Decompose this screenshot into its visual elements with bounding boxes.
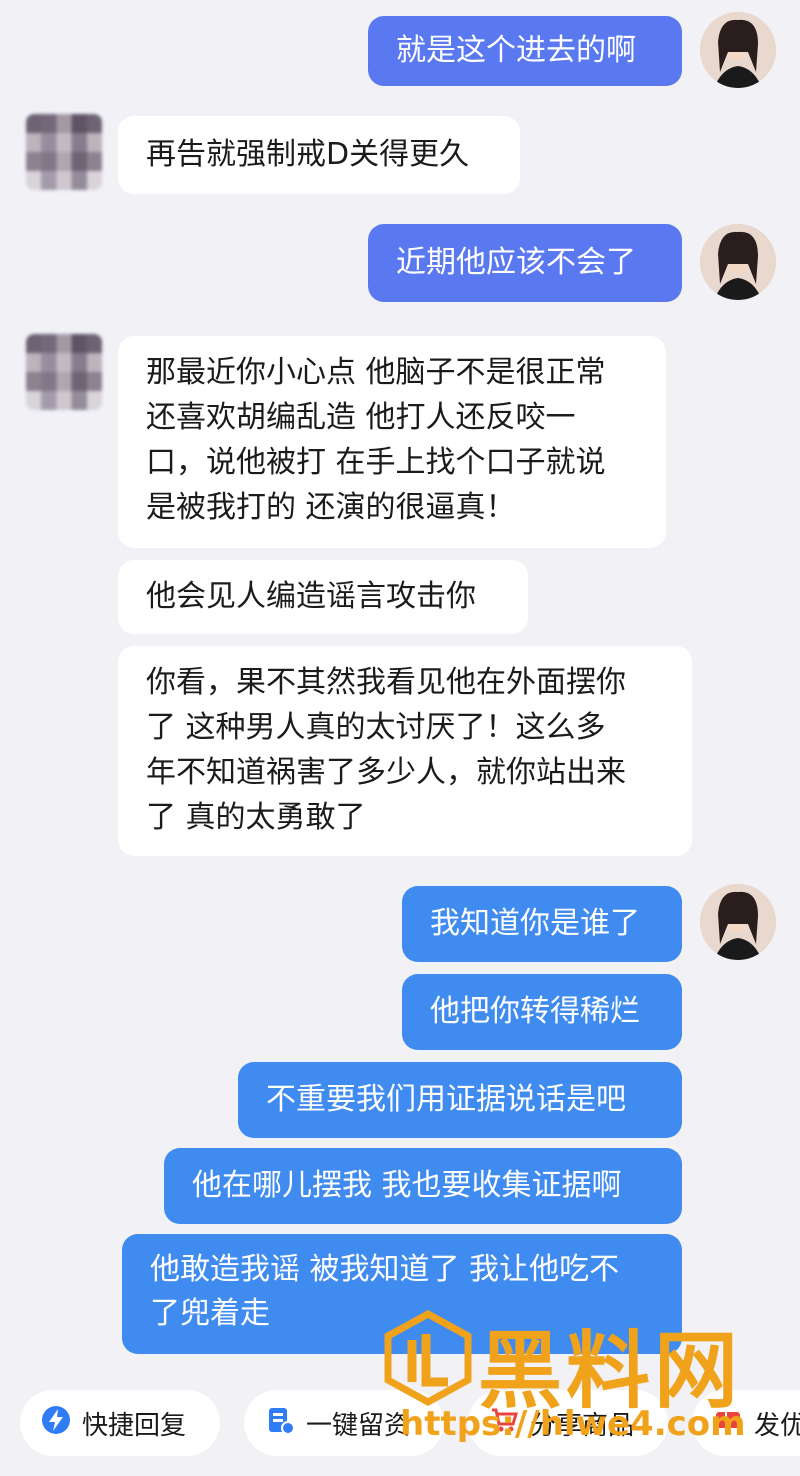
chat-bubble-outgoing[interactable]: 不重要我们用证据说话是吧 (238, 1062, 682, 1138)
watermark-url: https://hlwe4.com (400, 1404, 746, 1444)
message-text: 再告就强制戒D关得更久 (146, 137, 470, 172)
message-text: 我知道你是谁了 (430, 906, 640, 941)
message-line: 年不知道祸害了多少人，就你站出来 (146, 755, 626, 790)
watermark-logo-icon (382, 1310, 474, 1410)
chat-bubble-outgoing[interactable]: 近期他应该不会了 (368, 224, 682, 302)
quick-reply-label: 快捷回复 (82, 1410, 187, 1441)
quick-reply-button[interactable]: 快捷回复 (20, 1390, 220, 1456)
message-text: 近期他应该不会了 (396, 245, 636, 280)
form-icon (264, 1404, 296, 1443)
message-text: 他把你转得稀烂 (430, 994, 640, 1029)
contact-avatar-blurred[interactable] (26, 114, 102, 190)
chat-bubble-outgoing[interactable]: 他把你转得稀烂 (402, 974, 682, 1050)
chat-bubble-outgoing[interactable]: 他在哪儿摆我 我也要收集证据啊 (164, 1148, 682, 1224)
message-line: 了 这种男人真的太讨厌了！这么多 (146, 710, 606, 745)
message-line: 你看，果不其然我看见他在外面摆你 (146, 665, 626, 700)
chat-bubble-incoming[interactable]: 他会见人编造谣言攻击你 (118, 560, 528, 634)
message-line: 还喜欢胡编乱造 他打人还反咬一 (146, 400, 576, 435)
message-text: 他在哪儿摆我 我也要收集证据啊 (192, 1168, 622, 1203)
message-text: 就是这个进去的啊 (396, 33, 636, 68)
message-line: 了 真的太勇敢了 (146, 800, 366, 835)
message-text: 不重要我们用证据说话是吧 (266, 1082, 626, 1117)
my-avatar[interactable] (700, 12, 776, 88)
watermark: 黑料网 https://hlwe4.com (382, 1310, 792, 1470)
contact-avatar-blurred[interactable] (26, 334, 102, 410)
lightning-icon (40, 1404, 72, 1443)
chat-bubble-outgoing[interactable]: 我知道你是谁了 (402, 886, 682, 962)
chat-bubble-outgoing[interactable]: 就是这个进去的啊 (368, 16, 682, 86)
chat-bubble-incoming[interactable]: 你看，果不其然我看见他在外面摆你 了 这种男人真的太讨厌了！这么多 年不知道祸害… (118, 646, 692, 856)
message-text: 他会见人编造谣言攻击你 (146, 579, 476, 614)
my-avatar[interactable] (700, 884, 776, 960)
message-line: 他敢造我谣 被我知道了 我让他吃不 (150, 1252, 620, 1287)
chat-bubble-incoming[interactable]: 那最近你小心点 他脑子不是很正常 还喜欢胡编乱造 他打人还反咬一 口，说他被打 … (118, 336, 666, 548)
message-line: 那最近你小心点 他脑子不是很正常 (146, 355, 606, 390)
chat-bubble-incoming[interactable]: 再告就强制戒D关得更久 (118, 116, 520, 194)
my-avatar[interactable] (700, 224, 776, 300)
message-line: 是被我打的 还演的很逼真！ (146, 490, 516, 525)
message-line: 口，说他被打 在手上找个口子就说 (146, 445, 606, 480)
